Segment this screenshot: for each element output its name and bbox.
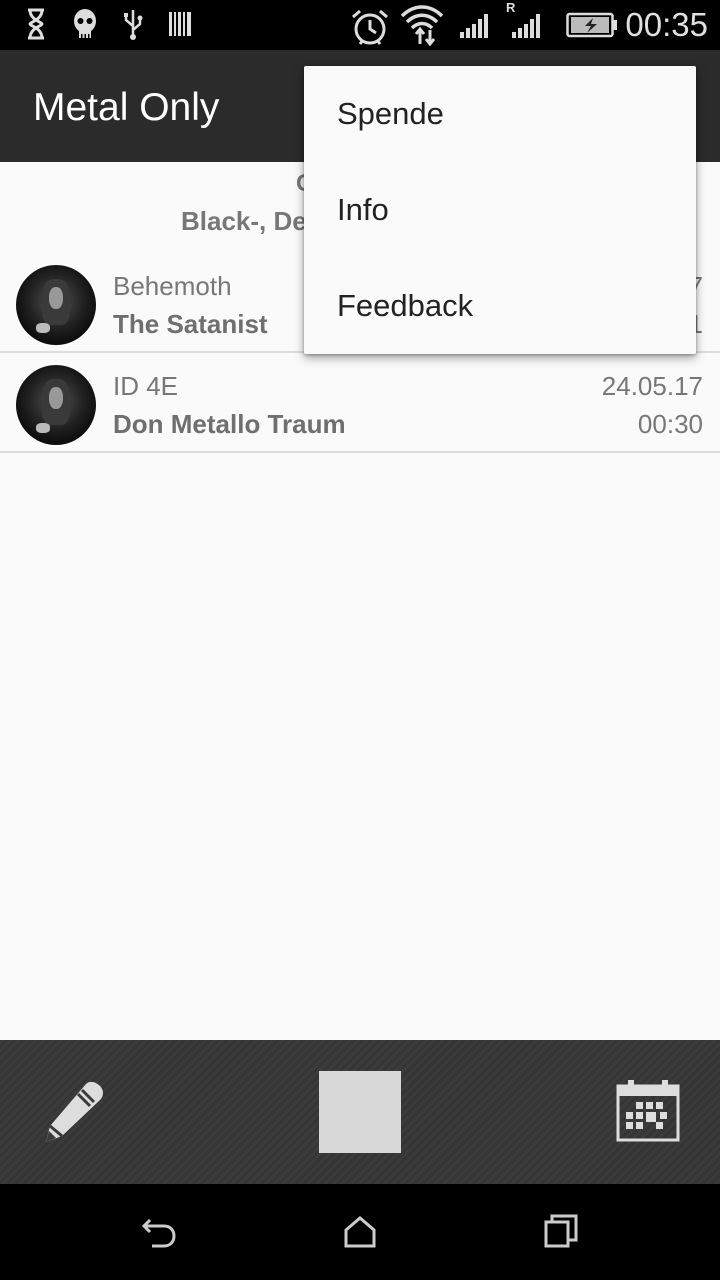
calendar-icon[interactable] — [616, 1080, 680, 1142]
overflow-menu: Spende Info Feedback — [304, 66, 696, 354]
track-artist: ID 4E — [113, 371, 179, 401]
pencil-icon[interactable] — [38, 1080, 106, 1146]
track-date: 24.05.17 — [601, 371, 703, 401]
alarm-icon — [352, 9, 388, 45]
status-time: 00:35 — [625, 6, 708, 43]
moderator-avatar — [16, 365, 96, 445]
menu-item-info[interactable]: Info — [304, 162, 696, 258]
usb-icon — [124, 10, 143, 40]
wifi-icon — [400, 5, 444, 46]
moderator-avatar — [16, 265, 96, 345]
recents-icon[interactable] — [542, 1212, 580, 1250]
home-icon[interactable] — [342, 1212, 378, 1252]
track-list-item[interactable]: ID 4E Don Metallo Traum 24.05.17 00:30 — [0, 355, 720, 453]
track-artist: Behemoth — [113, 271, 232, 301]
show-genre: Black-, De — [181, 206, 307, 236]
bottom-toolbar — [0, 1040, 720, 1184]
app-title: Metal Only — [33, 86, 220, 129]
barcode-icon — [169, 12, 191, 36]
menu-item-spende[interactable]: Spende — [304, 66, 696, 162]
play-stop-button[interactable] — [319, 1071, 401, 1153]
signal-icon — [460, 14, 488, 38]
track-title: The Satanist — [113, 309, 268, 339]
hourglass-icon — [28, 8, 44, 40]
navigation-bar — [0, 1184, 720, 1280]
battery-charging-icon — [566, 12, 617, 38]
track-title: Don Metallo Traum — [113, 409, 346, 439]
roaming-signal-icon — [512, 14, 540, 38]
status-bar: R 00:35 — [0, 0, 720, 50]
skull-icon — [74, 9, 96, 38]
track-time: 00:30 — [637, 409, 703, 439]
menu-item-feedback[interactable]: Feedback — [304, 258, 696, 354]
back-icon[interactable] — [140, 1212, 180, 1252]
